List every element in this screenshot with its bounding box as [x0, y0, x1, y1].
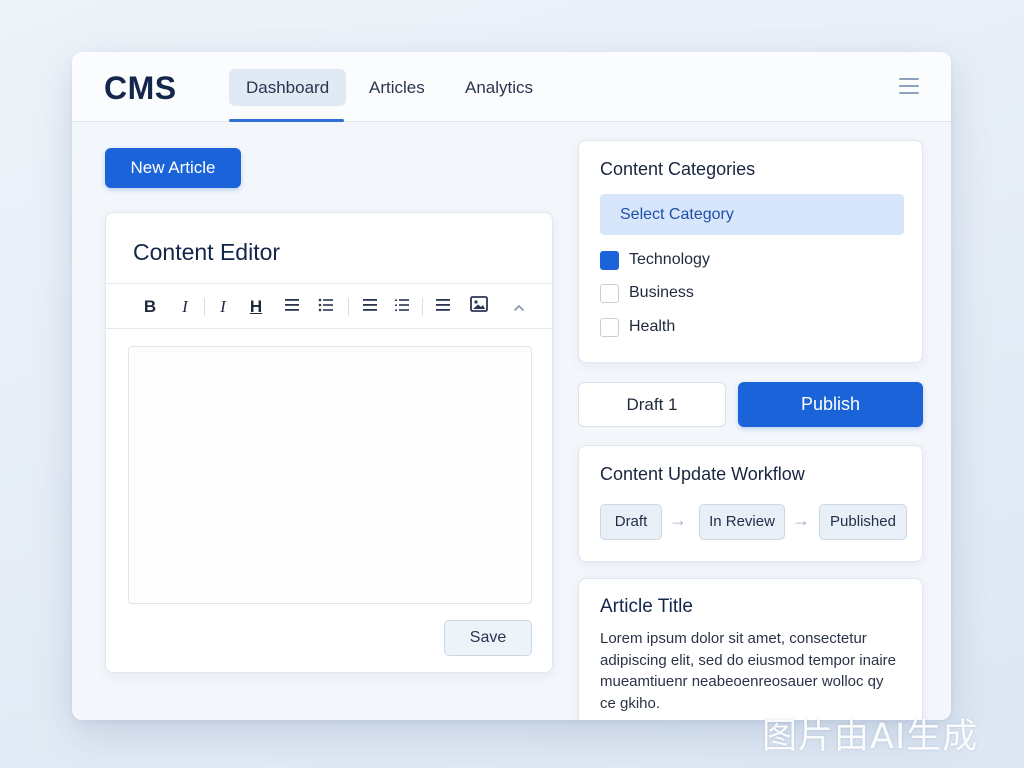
workflow-step-draft: Draft [600, 504, 662, 540]
draft-button[interactable]: Draft 1 [578, 382, 726, 427]
align-justify-icon[interactable] [432, 296, 454, 318]
content-editor-card: Content Editor B I I H Save [105, 212, 554, 673]
arrow-right-icon: → [792, 510, 810, 530]
workflow-step-in-review: In Review [699, 504, 785, 540]
toolbar-divider [204, 298, 205, 316]
category-label: Technology [629, 251, 710, 268]
tab-articles[interactable]: Articles [352, 69, 442, 106]
image-icon[interactable] [468, 296, 490, 318]
content-categories-card: Content Categories Select Category Techn… [578, 140, 923, 363]
italic-alt-icon[interactable]: I [212, 296, 234, 318]
align-left-icon[interactable] [359, 296, 381, 318]
formatting-toolbar: B I I H [106, 283, 554, 329]
editor-title: Content Editor [133, 239, 281, 265]
toolbar-divider [422, 298, 423, 316]
align-icon[interactable] [281, 296, 303, 318]
new-article-button[interactable]: New Article [105, 148, 241, 188]
chevron-up-icon[interactable] [508, 296, 530, 318]
tab-analytics[interactable]: Analytics [448, 69, 550, 106]
workflow-step-published: Published [819, 504, 907, 540]
categories-heading: Content Categories [600, 159, 756, 179]
category-select[interactable]: Select Category [600, 194, 904, 235]
workflow-heading: Content Update Workflow [600, 464, 805, 484]
bold-icon[interactable]: B [139, 296, 161, 318]
hamburger-menu-icon[interactable] [899, 78, 919, 94]
article-title: Article Title [600, 596, 693, 617]
italic-icon[interactable]: I [174, 296, 196, 318]
category-label: Health [629, 318, 676, 335]
ai-generated-watermark: 图片由AI生成 [762, 717, 979, 757]
tab-dashboard[interactable]: Dashboard [229, 69, 347, 106]
checkbox[interactable] [600, 318, 619, 337]
heading-icon[interactable]: H [245, 296, 267, 318]
category-label: Business [629, 284, 694, 301]
bulleted-list-icon[interactable] [315, 296, 337, 318]
checkbox-checked[interactable] [600, 251, 619, 270]
article-preview-card: Article Title Lorem ipsum dolor sit amet… [578, 578, 923, 720]
top-navigation-bar: CMS Dashboard Articles Analytics [72, 52, 951, 122]
numbered-list-icon[interactable] [391, 296, 413, 318]
arrow-right-icon: → [669, 510, 687, 530]
cms-window: CMS Dashboard Articles Analytics New Art… [72, 52, 951, 720]
save-button[interactable]: Save [444, 620, 532, 656]
workflow-card: Content Update Workflow Draft → In Revie… [578, 445, 923, 562]
article-body: Lorem ipsum dolor sit amet, consectetur … [600, 630, 896, 712]
toolbar-divider [348, 298, 349, 316]
checkbox[interactable] [600, 284, 619, 303]
publish-button[interactable]: Publish [738, 382, 923, 427]
app-logo: CMS [104, 70, 177, 106]
content-text-area[interactable] [128, 346, 532, 604]
active-tab-indicator [229, 119, 344, 122]
